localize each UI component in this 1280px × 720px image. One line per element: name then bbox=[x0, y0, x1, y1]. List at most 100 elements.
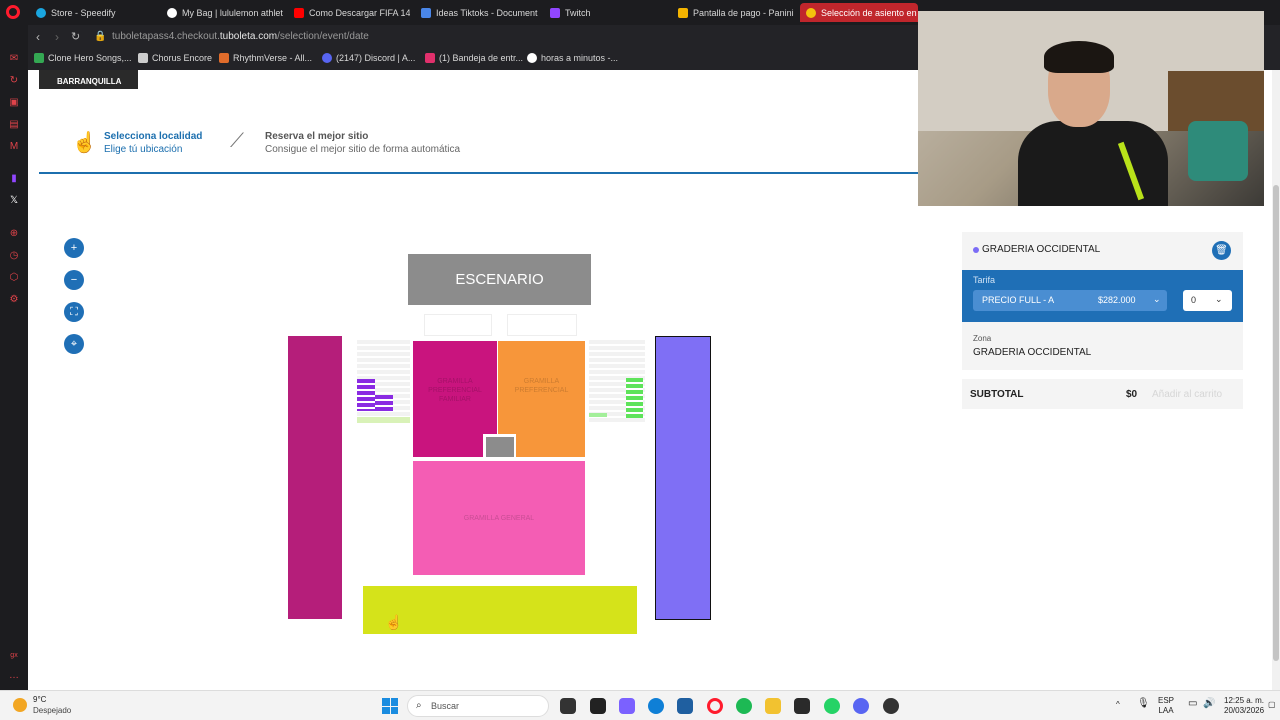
whatsapp-icon[interactable] bbox=[824, 698, 840, 714]
mail-icon[interactable]: M bbox=[8, 141, 20, 153]
section-left-stand[interactable] bbox=[288, 336, 342, 619]
tarifa-label: Tarifa bbox=[973, 275, 996, 285]
quantity-select[interactable]: 0 ⌄ bbox=[1183, 290, 1232, 311]
stage-side-box-right bbox=[507, 314, 577, 336]
twitch-icon[interactable]: ▮ bbox=[8, 173, 20, 185]
bookmark-favicon-icon bbox=[527, 53, 537, 63]
tab-speedify[interactable]: Store - Speedify bbox=[30, 3, 155, 22]
forward-icon[interactable]: › bbox=[55, 30, 59, 44]
bookmark-chorus[interactable]: Chorus Encore bbox=[138, 53, 212, 63]
settings-icon[interactable]: ⚙ bbox=[8, 294, 20, 306]
opera-logo-icon[interactable] bbox=[6, 5, 20, 19]
seat-block-available-left-2[interactable] bbox=[375, 395, 393, 411]
url-field[interactable]: tuboletapass4.checkout.tuboleta.com/sele… bbox=[112, 31, 369, 42]
language-code: ESP bbox=[1158, 696, 1175, 705]
section-bottom-stand[interactable] bbox=[363, 586, 637, 634]
weather-temperature[interactable]: 9°C bbox=[33, 695, 46, 704]
zona-label: Zona bbox=[973, 334, 992, 343]
gx-icon[interactable]: gx bbox=[8, 650, 20, 662]
bookmark-hours[interactable]: horas a minutos -... bbox=[527, 53, 618, 63]
tarifa-select[interactable]: PRECIO FULL - A $282.000 ⌄ bbox=[973, 290, 1167, 311]
tab-youtube[interactable]: Como Descargar FIFA 14 I bbox=[288, 3, 410, 22]
bookmark-rhythmverse[interactable]: RhythmVerse - All... bbox=[219, 53, 312, 63]
plus-icon[interactable]: ⊕ bbox=[8, 228, 20, 240]
seat-block-available-left[interactable] bbox=[357, 379, 375, 411]
tab-tuboleta-active[interactable]: Selección de asiento en e bbox=[800, 3, 918, 22]
tab-lululemon[interactable]: My Bag | lululemon athleti bbox=[161, 3, 283, 22]
taskbar-search[interactable]: ⌕ Buscar bbox=[407, 695, 549, 717]
language-sub: LAA bbox=[1158, 706, 1174, 715]
windows-start-icon[interactable] bbox=[382, 698, 398, 714]
bookmark-label: Chorus Encore bbox=[152, 53, 213, 63]
x-icon[interactable]: 𝕏 bbox=[8, 195, 20, 207]
clock[interactable]: 12:25 a. m. 20/03/2026 bbox=[1224, 696, 1264, 716]
zona-value: GRADERIA OCCIDENTAL bbox=[973, 347, 1092, 358]
zoom-in-icon[interactable]: + bbox=[64, 238, 84, 258]
clock-date: 20/03/2026 bbox=[1224, 706, 1265, 715]
weather-icon[interactable] bbox=[13, 698, 27, 712]
tab-label: My Bag | lululemon athleti bbox=[182, 7, 283, 18]
webcam-chair bbox=[1188, 121, 1248, 181]
steps-divider bbox=[39, 172, 939, 174]
capcut-app-icon[interactable] bbox=[590, 698, 606, 714]
store-app-icon[interactable] bbox=[677, 698, 693, 714]
chevron-up-icon[interactable]: ^ bbox=[1116, 700, 1120, 710]
bookmark-discord[interactable]: (2147) Discord | A... bbox=[322, 53, 415, 63]
tab-panini[interactable]: Pantalla de pago - Panini bbox=[672, 3, 794, 22]
copilot-app-icon[interactable] bbox=[619, 698, 635, 714]
notification-icon[interactable]: ▢ bbox=[1268, 700, 1276, 710]
tab-label: Selección de asiento en e bbox=[821, 7, 918, 18]
more-icon[interactable]: … bbox=[8, 670, 20, 682]
bookmark-clone-hero[interactable]: Clone Hero Songs,... bbox=[34, 53, 132, 63]
selected-zone-title: GRADERIA OCCIDENTAL bbox=[982, 244, 1101, 255]
bookmark-label: (1) Bandeja de entr... bbox=[439, 53, 524, 63]
zone-color-dot bbox=[973, 247, 979, 253]
tab-docs[interactable]: Ideas Tiktoks - Document bbox=[415, 3, 539, 22]
back-icon[interactable]: ‹ bbox=[36, 30, 40, 44]
location-icon[interactable]: ⌖ bbox=[64, 334, 84, 354]
volume-icon[interactable]: 🔊 bbox=[1203, 699, 1215, 709]
history-icon[interactable]: ◷ bbox=[8, 250, 20, 262]
file-explorer-icon[interactable] bbox=[765, 698, 781, 714]
refresh-icon[interactable]: ↻ bbox=[8, 75, 20, 87]
seat-row-green-right[interactable] bbox=[589, 413, 607, 417]
trash-icon[interactable]: 🗑 bbox=[1212, 241, 1231, 260]
tab-favicon-icon bbox=[36, 7, 46, 18]
reload-icon[interactable]: ↻ bbox=[71, 30, 80, 43]
browser-sidebar: ✉ ↻ ▣ ▤ M ▮ 𝕏 ⊕ ◷ ⬡ ⚙ gx … bbox=[0, 25, 28, 690]
page-scrollbar[interactable] bbox=[1272, 70, 1280, 690]
network-icon[interactable]: ▭ bbox=[1188, 699, 1197, 709]
spotify-app-icon[interactable] bbox=[736, 698, 752, 714]
terminal-app-icon[interactable] bbox=[560, 698, 576, 714]
seat-block-available-right[interactable] bbox=[626, 378, 643, 418]
subtotal-value: $0 bbox=[1126, 389, 1138, 400]
epic-games-icon[interactable] bbox=[794, 698, 810, 714]
chat-icon[interactable]: ▤ bbox=[8, 119, 20, 131]
opera-app-icon[interactable] bbox=[707, 698, 723, 714]
weather-description[interactable]: Despejado bbox=[33, 706, 71, 715]
discord-app-icon[interactable] bbox=[853, 698, 869, 714]
seat-row-green-left[interactable] bbox=[357, 417, 410, 423]
microphone-icon[interactable]: 🎙 bbox=[1137, 699, 1150, 709]
chevron-down-icon: ⌄ bbox=[1215, 294, 1223, 304]
tarifa-price: $282.000 bbox=[1098, 295, 1136, 305]
tab-favicon-icon bbox=[806, 7, 816, 18]
add-to-cart-button[interactable]: Añadir al carrito bbox=[1152, 389, 1222, 400]
fit-screen-icon[interactable]: ⛶ bbox=[64, 302, 84, 322]
tab-favicon-icon bbox=[167, 7, 177, 18]
zone-gramilla-general[interactable]: GRAMILLA GENERAL bbox=[413, 461, 585, 575]
section-graderia-occidental[interactable] bbox=[655, 336, 711, 620]
tab-twitch[interactable]: Twitch bbox=[544, 3, 644, 22]
bag-icon[interactable]: ▣ bbox=[8, 97, 20, 109]
bookmark-favicon-icon bbox=[219, 53, 229, 63]
box-icon[interactable]: ⬡ bbox=[8, 272, 20, 284]
bookmark-inbox[interactable]: (1) Bandeja de entr... bbox=[425, 53, 523, 63]
edge-app-icon[interactable] bbox=[648, 698, 664, 714]
zoom-out-icon[interactable]: − bbox=[64, 270, 84, 290]
bookmark-label: Clone Hero Songs,... bbox=[48, 53, 132, 63]
language-indicator[interactable]: ESP LAA bbox=[1158, 696, 1174, 716]
scrollbar-thumb[interactable] bbox=[1273, 185, 1279, 661]
messenger-icon[interactable]: ✉ bbox=[8, 53, 20, 65]
magic-wand-icon: ⟋ bbox=[230, 130, 244, 152]
obs-app-icon[interactable] bbox=[883, 698, 899, 714]
